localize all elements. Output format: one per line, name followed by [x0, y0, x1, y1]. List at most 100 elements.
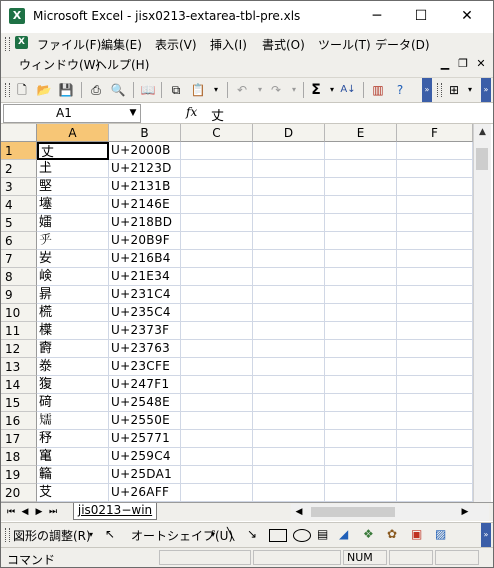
cell-codepoint[interactable]: U+23763	[109, 340, 181, 358]
help-icon[interactable]: ?	[391, 81, 409, 99]
cell-empty[interactable]	[397, 178, 473, 196]
clip-art-icon[interactable]: ✿	[387, 527, 397, 541]
cell-character[interactable]: 𣇄	[37, 286, 109, 304]
name-box-dropdown-icon[interactable]: ▼	[126, 105, 140, 122]
cell-empty[interactable]	[397, 340, 473, 358]
cell-empty[interactable]	[325, 160, 397, 178]
paste-dropdown-icon[interactable]: ▾	[207, 81, 225, 99]
row-header[interactable]: 5	[1, 214, 37, 232]
cell-character[interactable]: 𡸴	[37, 268, 109, 286]
diagram-icon[interactable]: ❖	[363, 527, 374, 541]
cell-empty[interactable]	[181, 484, 253, 502]
redo-dropdown-icon[interactable]: ▾	[285, 81, 303, 99]
cell-empty[interactable]	[181, 358, 253, 376]
menu-insert[interactable]: 挿入(I)	[210, 35, 247, 55]
cell-empty[interactable]	[253, 268, 325, 286]
cell-codepoint[interactable]: U+2146E	[109, 196, 181, 214]
cell-empty[interactable]	[325, 178, 397, 196]
cell-empty[interactable]	[253, 286, 325, 304]
cell-codepoint[interactable]: U+235C4	[109, 304, 181, 322]
cell-character[interactable]: 𤟱	[37, 376, 109, 394]
row-header[interactable]: 7	[1, 250, 37, 268]
column-header[interactable]: E	[325, 124, 397, 142]
cell-empty[interactable]	[253, 232, 325, 250]
cell-character[interactable]: 𡈽	[37, 160, 109, 178]
cell-empty[interactable]	[181, 304, 253, 322]
doc-minimize-icon[interactable]: ▁	[437, 57, 453, 70]
excel-app-icon[interactable]: X	[9, 8, 25, 24]
cell-empty[interactable]	[181, 250, 253, 268]
cell-empty[interactable]	[253, 196, 325, 214]
cell-empty[interactable]	[253, 448, 325, 466]
insert-picture-icon[interactable]: ▨	[435, 527, 446, 541]
cell-empty[interactable]	[397, 430, 473, 448]
redo-icon[interactable]: ↷	[267, 81, 285, 99]
row-header[interactable]: 14	[1, 376, 37, 394]
cell-empty[interactable]	[253, 160, 325, 178]
drawbar-options-icon[interactable]: »	[481, 523, 491, 547]
row-header[interactable]: 16	[1, 412, 37, 430]
print-preview-icon[interactable]: 🔍	[109, 81, 127, 99]
cell-codepoint[interactable]: U+25DA1	[109, 466, 181, 484]
cell-empty[interactable]	[325, 286, 397, 304]
rectangle-icon[interactable]	[269, 529, 287, 542]
cell-character[interactable]: 𣗄	[37, 304, 109, 322]
cell-empty[interactable]	[325, 448, 397, 466]
cell-character[interactable]: 𣜿	[37, 322, 109, 340]
cell-codepoint[interactable]: U+259C4	[109, 448, 181, 466]
oval-icon[interactable]	[293, 529, 311, 542]
cell-empty[interactable]	[325, 268, 397, 286]
cell-empty[interactable]	[325, 412, 397, 430]
menu-view[interactable]: 表示(V)	[155, 35, 197, 55]
undo-icon[interactable]: ↶	[233, 81, 251, 99]
cell-empty[interactable]	[181, 448, 253, 466]
cell-character[interactable]: 𣝣	[37, 340, 109, 358]
cell-empty[interactable]	[181, 340, 253, 358]
toolbar-options-icon[interactable]: »	[422, 78, 432, 102]
drawbar-grip-icon[interactable]	[5, 528, 10, 542]
cell-empty[interactable]	[253, 430, 325, 448]
next-sheet-icon[interactable]: ▶	[33, 504, 45, 520]
cell-character[interactable]: 𦫿	[37, 484, 109, 502]
row-header[interactable]: 12	[1, 340, 37, 358]
cell-empty[interactable]	[181, 232, 253, 250]
copy-icon[interactable]: ⧉	[167, 81, 185, 99]
vertical-scroll-thumb[interactable]	[476, 148, 488, 170]
format-toolbar-options-icon[interactable]: »	[481, 78, 491, 102]
cell-empty[interactable]	[253, 394, 325, 412]
cell-empty[interactable]	[397, 142, 473, 160]
cell-empty[interactable]	[181, 196, 253, 214]
sort-ascending-icon[interactable]: A↓	[339, 81, 357, 99]
cell-empty[interactable]	[325, 322, 397, 340]
doc-restore-icon[interactable]: ❐	[455, 57, 471, 70]
cell-character[interactable]: 𥝱	[37, 430, 109, 448]
cell-codepoint[interactable]: U+2550E	[109, 412, 181, 430]
wordart-icon[interactable]: ◢	[339, 527, 348, 541]
maximize-button[interactable]: ☐	[401, 3, 441, 29]
picture-icon[interactable]: ▣	[411, 527, 422, 541]
cell-character[interactable]: 𡚴	[37, 250, 109, 268]
cell-character[interactable]: 𠂟	[37, 232, 109, 250]
cell-empty[interactable]	[325, 214, 397, 232]
cell-empty[interactable]	[253, 142, 325, 160]
cell-empty[interactable]	[325, 466, 397, 484]
borders-dropdown-icon[interactable]: ▾	[461, 81, 479, 99]
cell-codepoint[interactable]: U+25771	[109, 430, 181, 448]
cell-empty[interactable]	[325, 232, 397, 250]
column-header[interactable]: A	[37, 124, 109, 142]
cell-empty[interactable]	[325, 394, 397, 412]
cell-codepoint[interactable]: U+2123D	[109, 160, 181, 178]
cell-empty[interactable]	[253, 412, 325, 430]
cell-codepoint[interactable]: U+21E34	[109, 268, 181, 286]
row-header[interactable]: 1	[1, 142, 37, 160]
cell-empty[interactable]	[253, 358, 325, 376]
horizontal-scroll-thumb[interactable]	[311, 507, 395, 517]
cell-empty[interactable]	[397, 376, 473, 394]
row-header[interactable]: 15	[1, 394, 37, 412]
cell-empty[interactable]	[253, 214, 325, 232]
cell-character[interactable]: 𡑮	[37, 196, 109, 214]
toolbar-grip-icon[interactable]	[5, 83, 10, 97]
cell-empty[interactable]	[325, 484, 397, 502]
cell-empty[interactable]	[181, 412, 253, 430]
cell-empty[interactable]	[325, 340, 397, 358]
